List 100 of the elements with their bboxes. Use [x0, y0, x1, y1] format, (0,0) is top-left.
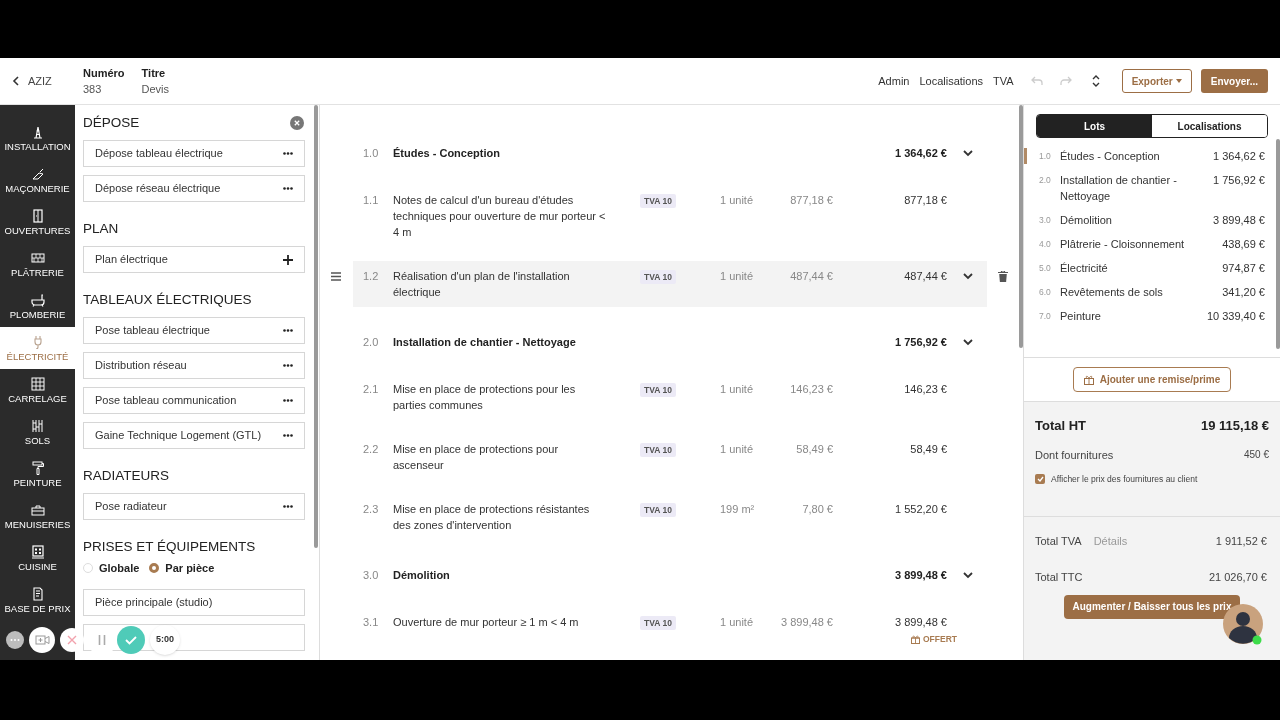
- camera-button[interactable]: [29, 627, 55, 653]
- bathtub-icon: [30, 292, 45, 307]
- chevron-down-icon[interactable]: [962, 336, 974, 348]
- field-value: Devis: [141, 82, 170, 97]
- more-icon[interactable]: [283, 187, 293, 190]
- nav-item[interactable]: PLOMBERIE: [0, 285, 75, 327]
- section-title: PRISES ET ÉQUIPEMENTS: [83, 537, 256, 556]
- lot-list-item[interactable]: 7.0 Peinture 10 339,40 €: [1024, 308, 1280, 324]
- line-title: Mise en place de protections pour les parties communes: [393, 382, 577, 413]
- catalog-item[interactable]: Pose tableau électrique: [83, 317, 305, 344]
- line-total: 877,18 €: [903, 193, 947, 208]
- nav-item[interactable]: OUVERTURES: [0, 201, 75, 243]
- more-button[interactable]: [6, 631, 24, 649]
- input-field[interactable]: Pièce principale (studio): [83, 588, 305, 616]
- scrollbar[interactable]: [1276, 139, 1280, 349]
- lot-list-item[interactable]: 6.0 Revêtements de sols 341,20 €: [1024, 284, 1280, 300]
- lot-name: Installation de chantier - Nettoyage: [1060, 173, 1178, 204]
- total-label: Total TTC: [1035, 570, 1083, 586]
- line-unit-price: 146,23 €: [789, 382, 833, 397]
- line-number: 1.2: [363, 269, 380, 284]
- close-icon[interactable]: [290, 116, 304, 130]
- tva-badge: TVA 10: [640, 503, 676, 517]
- tva-badge: TVA 10: [640, 616, 676, 630]
- plus-icon[interactable]: [283, 254, 293, 265]
- more-icon[interactable]: [283, 505, 293, 508]
- line-unit-price: 877,18 €: [789, 193, 833, 208]
- lot-amount: 10 339,40 €: [1206, 309, 1265, 324]
- nav-item[interactable]: CARRELAGE: [0, 369, 75, 411]
- radio-option[interactable]: Par pièce: [149, 560, 215, 577]
- timer-label: 5:00: [150, 625, 180, 655]
- lot-total: 3 899,48 €: [894, 568, 947, 583]
- door-icon: [30, 208, 45, 223]
- chevron-down-icon[interactable]: [962, 569, 974, 581]
- nav-item[interactable]: PEINTURE: [0, 453, 75, 495]
- line-number: 2.1: [363, 382, 380, 397]
- section-title: DÉPOSE: [83, 113, 140, 132]
- more-icon[interactable]: [283, 434, 293, 437]
- send-button[interactable]: Envoyer...: [1200, 69, 1268, 93]
- line-number: 3.1: [363, 615, 380, 630]
- drag-handle-icon[interactable]: [331, 272, 341, 281]
- lot-number: 3.0: [1039, 214, 1052, 227]
- lot-amount: 1 364,62 €: [1213, 149, 1265, 164]
- adjust-prices-button[interactable]: Augmenter / Baisser tous les prix: [1063, 594, 1241, 619]
- catalog-item[interactable]: Plan électrique: [83, 246, 305, 273]
- tab[interactable]: Lots: [1037, 115, 1152, 137]
- nav-item[interactable]: PLÂTRERIE: [0, 243, 75, 285]
- lot-list-item[interactable]: 4.0 Plâtrerie - Cloisonnement 438,69 €: [1024, 236, 1280, 252]
- caret-icon: [1175, 79, 1182, 83]
- more-icon[interactable]: [283, 329, 293, 332]
- scrollbar[interactable]: [1019, 105, 1023, 348]
- lot-number: 4.0: [1039, 238, 1052, 251]
- line-unit-price: 58,49 €: [795, 442, 833, 457]
- catalog-item[interactable]: Pose radiateur: [83, 493, 305, 520]
- header-link[interactable]: Localisations: [919, 72, 984, 90]
- back-button[interactable]: AZIZ: [0, 58, 75, 104]
- lot-list-item[interactable]: 2.0 Installation de chantier - Nettoyage 1 756,92 €: [1024, 172, 1280, 204]
- line-total: 146,23 €: [903, 382, 947, 397]
- nav-item[interactable]: CUISINE: [0, 537, 75, 579]
- lot-amount: 341,20 €: [1222, 285, 1265, 300]
- lot-title: Installation de chantier - Nettoyage: [393, 335, 577, 350]
- close-button[interactable]: [60, 628, 84, 652]
- more-icon[interactable]: [283, 364, 293, 367]
- nav-item[interactable]: ÉLECTRICITÉ: [0, 327, 75, 369]
- lot-amount: 1 756,92 €: [1213, 173, 1265, 188]
- catalog-item[interactable]: Gaine Technique Logement (GTL): [83, 422, 305, 449]
- nav-item[interactable]: MENUISERIES: [0, 495, 75, 537]
- trash-icon[interactable]: [998, 271, 1008, 282]
- discount-button[interactable]: Ajouter une remise/prime: [1072, 367, 1232, 392]
- check-icon: [1036, 476, 1044, 483]
- scrollbar[interactable]: [314, 105, 318, 548]
- line-number: 2.2: [363, 442, 380, 457]
- chevron-down-icon[interactable]: [962, 270, 974, 282]
- paint-roller-icon: [30, 460, 45, 475]
- catalog-item[interactable]: Dépose tableau électrique: [83, 140, 305, 167]
- catalog-item[interactable]: Pose tableau communication: [83, 387, 305, 414]
- header-link[interactable]: Admin: [878, 72, 910, 90]
- more-icon[interactable]: [283, 152, 293, 155]
- catalog-item[interactable]: Dépose réseau électrique: [83, 175, 305, 202]
- supplies-value: 450 €: [1243, 448, 1269, 463]
- lot-amount: 438,69 €: [1222, 237, 1265, 252]
- show-supplies-checkbox[interactable]: Afficher le prix des fournitures au client: [1035, 473, 1269, 486]
- catalog-item[interactable]: Distribution réseau: [83, 352, 305, 379]
- nav-item[interactable]: MAÇONNERIE: [0, 159, 75, 201]
- export-button[interactable]: Exporter: [1121, 69, 1192, 93]
- nav-item[interactable]: INSTALLATION: [0, 117, 75, 159]
- line-title: Mise en place de protections pour ascenseur: [393, 442, 560, 473]
- trowel-icon: [30, 166, 45, 181]
- nav-item[interactable]: BASE DE PRIX: [0, 579, 75, 621]
- lot-list-item[interactable]: 3.0 Démolition 3 899,48 €: [1024, 212, 1280, 228]
- more-icon[interactable]: [283, 399, 293, 402]
- chevron-down-icon[interactable]: [962, 147, 974, 159]
- nav-item[interactable]: SOLS: [0, 411, 75, 453]
- line-unit-price: 7,80 €: [801, 502, 833, 517]
- line-number: 1.0: [363, 146, 380, 161]
- radio-option[interactable]: Globale: [83, 560, 140, 577]
- line-row[interactable]: 1.2 Réalisation d'un plan de l'installation électrique TVA 10 1 unité 487,44 € 487,44 €: [353, 261, 987, 307]
- lot-list-item[interactable]: 5.0 Électricité 974,87 €: [1024, 260, 1280, 276]
- floor-planks-icon: [30, 418, 45, 433]
- header-link[interactable]: TVA: [993, 72, 1014, 90]
- expand-icon[interactable]: [1091, 74, 1100, 88]
